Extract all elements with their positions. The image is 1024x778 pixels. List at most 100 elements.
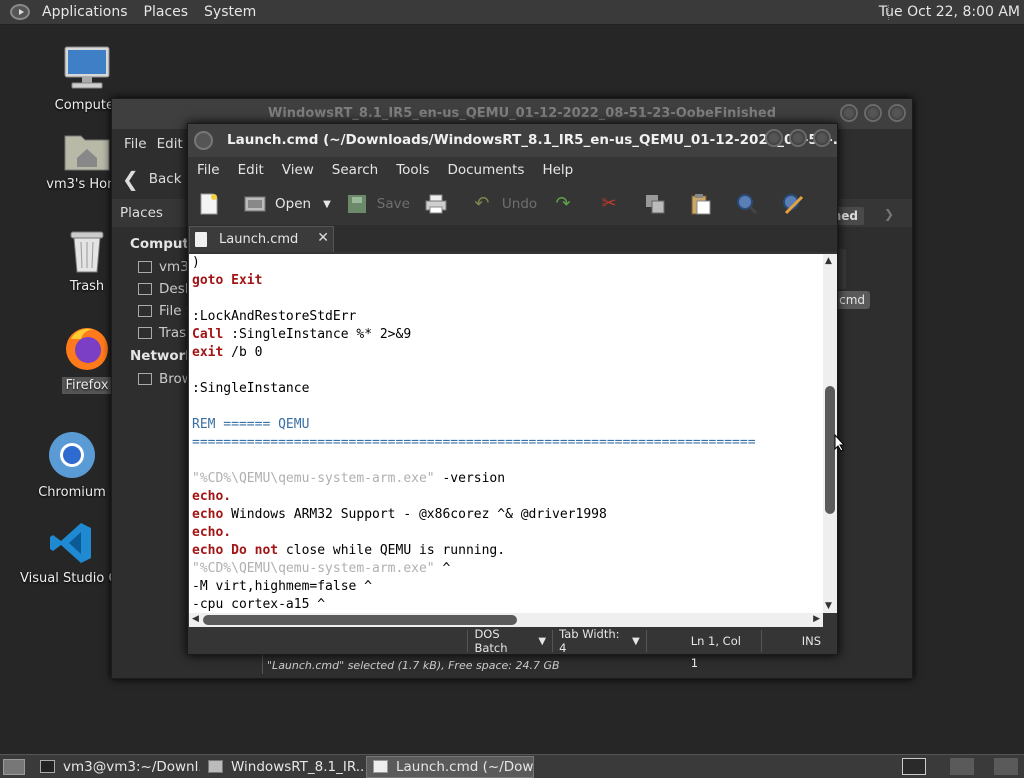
workspace-3[interactable]	[994, 758, 1018, 775]
code-line[interactable]: Call :SingleInstance %* 2>&9	[189, 326, 823, 344]
code-line[interactable]: echo Windows ARM32 Support - @x86corez ^…	[189, 506, 823, 524]
scroll-down-icon[interactable]: ▼	[825, 601, 832, 611]
copy-button[interactable]	[644, 193, 675, 215]
horizontal-scrollbar[interactable]: ◀ ▶	[189, 613, 823, 627]
maximize-button[interactable]	[864, 104, 882, 122]
code-line[interactable]: -M virt,highmem=false ^	[189, 578, 823, 596]
fm-menu-file[interactable]: File	[122, 136, 155, 152]
code-line[interactable]: ​	[189, 290, 823, 308]
sidebar-item-desktop[interactable]: Desktop	[112, 278, 190, 300]
sidebar-header-network: Network	[130, 348, 195, 364]
code-token: echo	[192, 507, 224, 522]
folder-icon	[208, 760, 223, 773]
minimize-button[interactable]	[765, 129, 783, 147]
scroll-up-icon[interactable]: ▲	[825, 256, 832, 266]
sidebar-item-trash[interactable]: Trash	[112, 322, 190, 344]
show-desktop-icon[interactable]	[3, 758, 25, 775]
undo-button[interactable]: ↶ Undo	[471, 193, 537, 215]
code-line[interactable]: goto Exit	[189, 272, 823, 290]
back-arrow-icon[interactable]: ❮	[122, 167, 139, 191]
print-button[interactable]	[425, 193, 456, 215]
back-button[interactable]: Back	[149, 171, 182, 187]
code-line[interactable]: ​	[189, 362, 823, 380]
window-menu-icon[interactable]	[194, 131, 213, 150]
code-line[interactable]: exit /b 0	[189, 344, 823, 362]
code-line[interactable]: ​	[189, 452, 823, 470]
menu-search[interactable]: Search	[325, 162, 385, 178]
scroll-left-icon[interactable]: ◀	[192, 614, 199, 624]
sidebar-item-browse-network[interactable]: Browse Network	[112, 368, 190, 390]
tab-width-label: Tab Width: 4	[559, 627, 620, 655]
places-dropdown[interactable]: Places	[120, 205, 163, 221]
code-line[interactable]: echo.	[189, 524, 823, 542]
scroll-right-icon[interactable]: ▶	[813, 614, 820, 624]
trash-icon	[138, 327, 152, 339]
redo-icon: ↷	[555, 193, 571, 214]
code-line[interactable]: ========================================…	[189, 434, 823, 452]
open-dropdown-icon[interactable]: ▼	[323, 199, 331, 210]
close-button[interactable]	[813, 129, 831, 147]
save-button[interactable]: Save	[346, 193, 410, 215]
tab-width-dropdown[interactable]: Tab Width: 4 ▼	[552, 627, 646, 655]
task-text-editor[interactable]: Launch.cmd (~/Dow...	[366, 755, 534, 778]
sidebar-item-home[interactable]: vm3	[112, 256, 190, 278]
new-button[interactable]	[198, 193, 229, 215]
redo-button[interactable]: ↷	[552, 193, 583, 215]
code-line[interactable]: echo Do not close while QEMU is running.	[189, 542, 823, 560]
code-line[interactable]: "%CD%\QEMU\qemu-system-arm.exe" ^	[189, 560, 823, 578]
code-line[interactable]: echo.	[189, 488, 823, 506]
taskbar: vm3@vm3:~/Downl... WindowsRT_8.1_IR... L…	[0, 754, 1024, 778]
code-line[interactable]: "%CD%\QEMU\qemu-system-arm.exe" -version	[189, 470, 823, 488]
code-token: Call	[192, 327, 224, 342]
close-button[interactable]	[888, 104, 906, 122]
chromium-icon	[49, 432, 95, 478]
code-line[interactable]: -cpu cortex-a15 ^	[189, 596, 823, 613]
code-token: -version	[434, 471, 506, 486]
fm-menu-edit[interactable]: Edit	[155, 136, 191, 152]
places-menu[interactable]: Places	[136, 0, 197, 25]
clock[interactable]: Tue Oct 22, 8:00 AM	[879, 0, 1020, 25]
applications-menu-icon[interactable]	[10, 4, 30, 20]
status-separator	[262, 654, 263, 674]
close-tab-icon[interactable]: ✕	[317, 230, 329, 246]
editor-title[interactable]: Launch.cmd (~/Downloads/WindowsRT_8.1_IR…	[188, 124, 837, 157]
search-icon	[736, 193, 758, 215]
maximize-button[interactable]	[789, 129, 807, 147]
copy-icon	[644, 193, 666, 215]
menu-help[interactable]: Help	[535, 162, 580, 178]
drive-icon	[138, 305, 152, 317]
code-token: :SingleInstance %* 2>&9	[223, 327, 412, 342]
task-terminal[interactable]: vm3@vm3:~/Downl...	[33, 756, 201, 778]
tab-launch-cmd[interactable]: Launch.cmd ✕	[189, 226, 334, 252]
applications-menu[interactable]: Applications	[34, 0, 136, 25]
workspace-2[interactable]	[950, 758, 974, 775]
text-editor-window: Launch.cmd (~/Downloads/WindowsRT_8.1_IR…	[187, 123, 838, 670]
menu-file[interactable]: File	[190, 162, 227, 178]
horizontal-scroll-thumb[interactable]	[203, 615, 517, 625]
code-line[interactable]: REM ====== QEMU	[189, 416, 823, 434]
path-next-icon[interactable]: ❯	[884, 207, 894, 221]
task-file-manager[interactable]: WindowsRT_8.1_IR...	[201, 756, 366, 778]
find-button[interactable]	[736, 193, 767, 215]
minimize-button[interactable]	[840, 104, 858, 122]
menu-edit[interactable]: Edit	[231, 162, 271, 178]
sidebar-item-filesystem[interactable]: File System	[112, 300, 190, 322]
task-label: WindowsRT_8.1_IR...	[231, 758, 366, 775]
find-replace-icon	[782, 193, 804, 215]
workspace-1[interactable]	[902, 758, 926, 775]
code-line[interactable]: :SingleInstance	[189, 380, 823, 398]
menu-view[interactable]: View	[275, 162, 321, 178]
paste-button[interactable]	[690, 193, 721, 215]
code-line[interactable]: )	[189, 254, 823, 272]
code-line[interactable]: :LockAndRestoreStdErr	[189, 308, 823, 326]
code-token: Do not	[231, 543, 279, 558]
open-button[interactable]: Open ▼	[244, 193, 331, 215]
menu-documents[interactable]: Documents	[440, 162, 531, 178]
system-menu[interactable]: System	[196, 0, 264, 25]
find-replace-button[interactable]	[782, 193, 813, 215]
code-line[interactable]: ​	[189, 398, 823, 416]
cut-button[interactable]: ✂	[598, 193, 629, 215]
menu-tools[interactable]: Tools	[389, 162, 436, 178]
language-dropdown[interactable]: DOS Batch ▼	[467, 627, 552, 655]
code-editor[interactable]: )goto Exit​:LockAndRestoreStdErrCall :Si…	[189, 254, 823, 613]
